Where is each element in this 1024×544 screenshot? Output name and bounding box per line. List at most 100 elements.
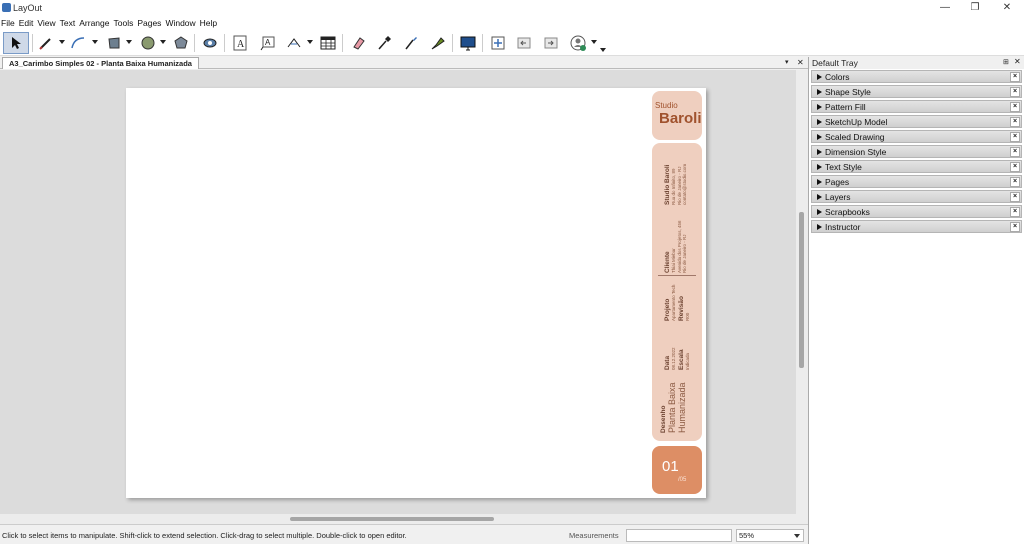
paper-page[interactable]: Studio Baroli Studio Baroli Rua do Infin… (126, 88, 706, 498)
panel-close-icon[interactable]: × (1010, 162, 1020, 172)
panel-shape-style[interactable]: Shape Style × (811, 85, 1022, 98)
tab-list-dropdown-icon[interactable]: ▾ (785, 57, 789, 68)
scale-label: Escala (678, 349, 685, 370)
zoom-value: 55% (739, 531, 755, 540)
menu-tools[interactable]: Tools (112, 16, 136, 30)
erase-tool-button[interactable] (348, 32, 368, 54)
menu-view[interactable]: View (36, 16, 58, 30)
panel-scaled-drawing[interactable]: Scaled Drawing × (811, 130, 1022, 143)
measurements-input[interactable] (626, 529, 732, 542)
title-block-page-box[interactable]: 01 /05 (652, 446, 702, 494)
status-hint-text: Click to select items to manipulate. Shi… (2, 531, 407, 540)
user-check-icon (570, 35, 586, 51)
label-tool-button[interactable]: A (258, 32, 278, 54)
panel-close-icon[interactable]: × (1010, 192, 1020, 202)
split-tool-button[interactable] (428, 32, 448, 54)
panel-close-icon[interactable]: × (1010, 87, 1020, 97)
rectangle-tool-dropdown-icon[interactable] (126, 40, 132, 44)
table-tool-button[interactable] (318, 32, 338, 54)
panel-close-icon[interactable]: × (1010, 147, 1020, 157)
instructor-button[interactable] (568, 32, 588, 54)
panel-layers[interactable]: Layers × (811, 190, 1022, 203)
split-pen-icon (431, 37, 445, 50)
panel-label: Layers (825, 192, 851, 202)
presentation-button[interactable] (458, 32, 478, 54)
line-tool-button[interactable] (36, 32, 56, 54)
rectangle-tool-button[interactable] (104, 32, 124, 54)
panel-label: SketchUp Model (825, 117, 888, 127)
eraser-icon (353, 37, 365, 50)
circle-tool-dropdown-icon[interactable] (160, 40, 166, 44)
panel-colors[interactable]: Colors × (811, 70, 1022, 83)
panel-close-icon[interactable]: × (1010, 177, 1020, 187)
maximize-button[interactable]: ❐ (960, 1, 990, 15)
tray-pin-icon[interactable]: ⊞ (1003, 58, 1009, 66)
title-block-info-box[interactable]: Studio Baroli Rua do Infinito, 89 Rio de… (652, 143, 702, 441)
paint-tool-button[interactable] (401, 32, 421, 54)
menu-pages[interactable]: Pages (136, 16, 164, 30)
add-page-button[interactable] (488, 32, 508, 54)
menu-file[interactable]: File (0, 16, 18, 30)
menu-text[interactable]: Text (59, 16, 79, 30)
menu-arrange[interactable]: Arrange (78, 16, 112, 30)
polygon-tool-button[interactable] (171, 32, 191, 54)
panel-close-icon[interactable]: × (1010, 132, 1020, 142)
panel-close-icon[interactable]: × (1010, 72, 1020, 82)
panel-instructor[interactable]: Instructor × (811, 220, 1022, 233)
tab-close-icon[interactable]: ✕ (797, 57, 804, 68)
tray-close-icon[interactable]: ✕ (1014, 57, 1021, 66)
drawing-value: Planta Baixa Humanizada (667, 382, 687, 433)
horizontal-scrollbar[interactable] (0, 514, 796, 524)
arc-tool-dropdown-icon[interactable] (92, 40, 98, 44)
minimize-button[interactable]: — (930, 1, 960, 15)
next-page-button[interactable] (541, 32, 561, 54)
panel-close-icon[interactable]: × (1010, 117, 1020, 127)
panel-text-style[interactable]: Text Style × (811, 160, 1022, 173)
menu-help[interactable]: Help (199, 16, 220, 30)
document-tab[interactable]: A3_Carimbo Simples 02 - Planta Baixa Hum… (2, 57, 199, 69)
toolbar-overflow-icon[interactable] (600, 48, 606, 52)
dimension-tool-button[interactable] (284, 32, 304, 54)
paint-brush-icon (405, 37, 417, 50)
previous-page-button[interactable] (514, 32, 534, 54)
panel-pages[interactable]: Pages × (811, 175, 1022, 188)
panel-label: Scrapbooks (825, 207, 870, 217)
text-tool-button[interactable]: A (230, 32, 250, 54)
horizontal-scroll-thumb[interactable] (290, 517, 494, 521)
circle-tool-button[interactable] (138, 32, 158, 54)
panel-close-icon[interactable]: × (1010, 222, 1020, 232)
style-tool-button[interactable] (200, 32, 220, 54)
project-value: Apartamento Tech (671, 284, 676, 321)
title-block-divider (658, 275, 696, 276)
panel-label: Text Style (825, 162, 862, 172)
eyedropper-icon (378, 36, 391, 50)
scale-section: Escala Indicada (678, 349, 691, 370)
instructor-dropdown-icon[interactable] (591, 40, 597, 44)
status-bar: Click to select items to manipulate. Shi… (0, 524, 808, 544)
panel-dimension-style[interactable]: Dimension Style × (811, 145, 1022, 158)
menu-window[interactable]: Window (164, 16, 198, 30)
tray-title: Default Tray (812, 58, 858, 68)
sample-tool-button[interactable] (374, 32, 394, 54)
select-tool-button[interactable] (3, 32, 29, 54)
drawing-canvas[interactable]: Studio Baroli Studio Baroli Rua do Infin… (0, 70, 796, 514)
vertical-scroll-thumb[interactable] (799, 212, 804, 368)
panel-sketchup-model[interactable]: SketchUp Model × (811, 115, 1022, 128)
panel-scrapbooks[interactable]: Scrapbooks × (811, 205, 1022, 218)
line-tool-dropdown-icon[interactable] (59, 40, 65, 44)
title-block-logo-box[interactable]: Studio Baroli (652, 91, 702, 140)
menu-edit[interactable]: Edit (18, 16, 37, 30)
panel-label: Instructor (825, 222, 861, 232)
panel-close-icon[interactable]: × (1010, 102, 1020, 112)
zoom-select[interactable]: 55% (736, 529, 804, 542)
cursor-arrow-icon (12, 37, 21, 49)
date-value: 08.12.2022 (671, 347, 676, 370)
panel-label: Scaled Drawing (825, 132, 885, 142)
dimension-tool-dropdown-icon[interactable] (307, 40, 313, 44)
panel-pattern-fill[interactable]: Pattern Fill × (811, 100, 1022, 113)
vertical-scrollbar[interactable] (796, 70, 808, 524)
arc-tool-button[interactable] (68, 32, 88, 54)
expand-arrow-icon (817, 209, 822, 215)
panel-close-icon[interactable]: × (1010, 207, 1020, 217)
close-window-button[interactable]: ✕ (992, 1, 1022, 15)
